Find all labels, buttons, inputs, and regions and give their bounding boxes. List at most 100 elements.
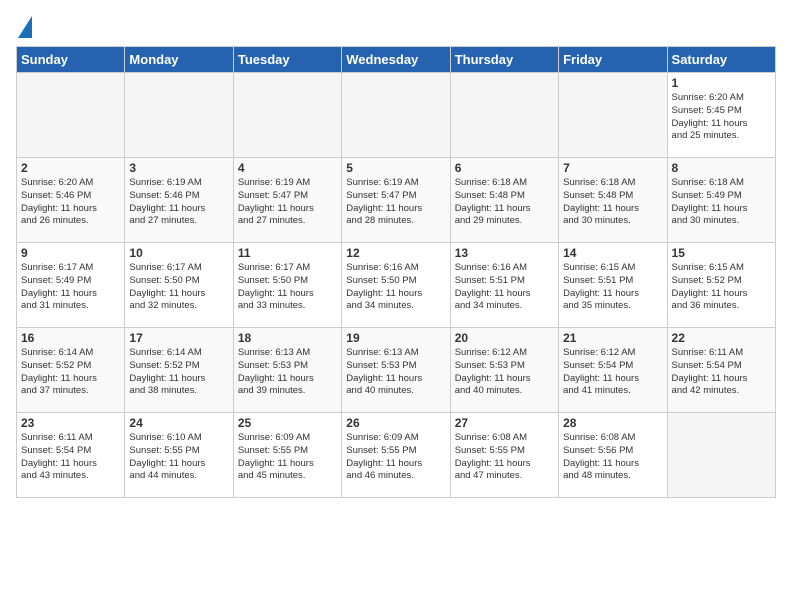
calendar-cell: 28 Sunrise: 6:08 AM Sunset: 5:56 PM Dayli… bbox=[559, 413, 667, 498]
day-info: Sunrise: 6:12 AM Sunset: 5:54 PM Dayligh… bbox=[563, 347, 662, 398]
calendar-week-2: 2 Sunrise: 6:20 AM Sunset: 5:46 PM Daylig… bbox=[17, 158, 776, 243]
calendar-table: SundayMondayTuesdayWednesdayThursdayFrid… bbox=[16, 46, 776, 498]
page-header bbox=[16, 16, 776, 38]
weekday-header-wednesday: Wednesday bbox=[342, 47, 450, 73]
day-number: 15 bbox=[672, 246, 771, 260]
day-info: Sunrise: 6:16 AM Sunset: 5:51 PM Dayligh… bbox=[455, 262, 554, 313]
calendar-week-1: 1 Sunrise: 6:20 AM Sunset: 5:45 PM Daylig… bbox=[17, 73, 776, 158]
day-number: 27 bbox=[455, 416, 554, 430]
weekday-header-monday: Monday bbox=[125, 47, 233, 73]
calendar-cell: 6 Sunrise: 6:18 AM Sunset: 5:48 PM Daylig… bbox=[450, 158, 558, 243]
day-number: 23 bbox=[21, 416, 120, 430]
day-info: Sunrise: 6:15 AM Sunset: 5:51 PM Dayligh… bbox=[563, 262, 662, 313]
calendar-cell: 26 Sunrise: 6:09 AM Sunset: 5:55 PM Dayli… bbox=[342, 413, 450, 498]
day-number: 25 bbox=[238, 416, 337, 430]
calendar-cell: 9 Sunrise: 6:17 AM Sunset: 5:49 PM Daylig… bbox=[17, 243, 125, 328]
weekday-header-thursday: Thursday bbox=[450, 47, 558, 73]
calendar-week-5: 23 Sunrise: 6:11 AM Sunset: 5:54 PM Dayli… bbox=[17, 413, 776, 498]
calendar-cell: 3Sunrise: 6:19 AM Sunset: 5:46 PM Daylig… bbox=[125, 158, 233, 243]
day-number: 8 bbox=[672, 161, 771, 175]
day-info: Sunrise: 6:18 AM Sunset: 5:48 PM Dayligh… bbox=[563, 177, 662, 228]
day-number: 28 bbox=[563, 416, 662, 430]
calendar-cell: 23 Sunrise: 6:11 AM Sunset: 5:54 PM Dayli… bbox=[17, 413, 125, 498]
calendar-cell: 27Sunrise: 6:08 AM Sunset: 5:55 PM Dayli… bbox=[450, 413, 558, 498]
day-number: 7 bbox=[563, 161, 662, 175]
calendar-cell: 19 Sunrise: 6:13 AM Sunset: 5:53 PM Dayli… bbox=[342, 328, 450, 413]
day-number: 5 bbox=[346, 161, 445, 175]
day-number: 22 bbox=[672, 331, 771, 345]
day-info: Sunrise: 6:13 AM Sunset: 5:53 PM Dayligh… bbox=[346, 347, 445, 398]
day-info: Sunrise: 6:20 AM Sunset: 5:45 PM Dayligh… bbox=[672, 92, 771, 143]
day-number: 24 bbox=[129, 416, 228, 430]
day-number: 13 bbox=[455, 246, 554, 260]
logo bbox=[16, 16, 32, 38]
day-info: Sunrise: 6:19 AM Sunset: 5:47 PM Dayligh… bbox=[238, 177, 337, 228]
day-info: Sunrise: 6:17 AM Sunset: 5:50 PM Dayligh… bbox=[238, 262, 337, 313]
calendar-cell bbox=[17, 73, 125, 158]
calendar-cell: 14 Sunrise: 6:15 AM Sunset: 5:51 PM Dayli… bbox=[559, 243, 667, 328]
calendar-cell: 8 Sunrise: 6:18 AM Sunset: 5:49 PM Daylig… bbox=[667, 158, 775, 243]
day-info: Sunrise: 6:20 AM Sunset: 5:46 PM Dayligh… bbox=[21, 177, 120, 228]
calendar-cell: 7 Sunrise: 6:18 AM Sunset: 5:48 PM Daylig… bbox=[559, 158, 667, 243]
day-number: 6 bbox=[455, 161, 554, 175]
calendar-cell: 22 Sunrise: 6:11 AM Sunset: 5:54 PM Dayli… bbox=[667, 328, 775, 413]
calendar-cell: 21Sunrise: 6:12 AM Sunset: 5:54 PM Dayli… bbox=[559, 328, 667, 413]
day-info: Sunrise: 6:16 AM Sunset: 5:50 PM Dayligh… bbox=[346, 262, 445, 313]
day-number: 17 bbox=[129, 331, 228, 345]
day-info: Sunrise: 6:18 AM Sunset: 5:49 PM Dayligh… bbox=[672, 177, 771, 228]
day-info: Sunrise: 6:10 AM Sunset: 5:55 PM Dayligh… bbox=[129, 432, 228, 483]
day-info: Sunrise: 6:19 AM Sunset: 5:46 PM Dayligh… bbox=[129, 177, 228, 228]
weekday-header-tuesday: Tuesday bbox=[233, 47, 341, 73]
day-info: Sunrise: 6:08 AM Sunset: 5:56 PM Dayligh… bbox=[563, 432, 662, 483]
day-info: Sunrise: 6:13 AM Sunset: 5:53 PM Dayligh… bbox=[238, 347, 337, 398]
day-number: 14 bbox=[563, 246, 662, 260]
calendar-cell: 20 Sunrise: 6:12 AM Sunset: 5:53 PM Dayli… bbox=[450, 328, 558, 413]
calendar-cell: 11 Sunrise: 6:17 AM Sunset: 5:50 PM Dayli… bbox=[233, 243, 341, 328]
calendar-cell: 2 Sunrise: 6:20 AM Sunset: 5:46 PM Daylig… bbox=[17, 158, 125, 243]
day-info: Sunrise: 6:09 AM Sunset: 5:55 PM Dayligh… bbox=[346, 432, 445, 483]
day-number: 12 bbox=[346, 246, 445, 260]
weekday-header-sunday: Sunday bbox=[17, 47, 125, 73]
calendar-cell bbox=[125, 73, 233, 158]
calendar-cell: 10Sunrise: 6:17 AM Sunset: 5:50 PM Dayli… bbox=[125, 243, 233, 328]
calendar-cell: 1 Sunrise: 6:20 AM Sunset: 5:45 PM Daylig… bbox=[667, 73, 775, 158]
calendar-cell bbox=[342, 73, 450, 158]
day-number: 11 bbox=[238, 246, 337, 260]
day-number: 20 bbox=[455, 331, 554, 345]
calendar-week-4: 16Sunrise: 6:14 AM Sunset: 5:52 PM Dayli… bbox=[17, 328, 776, 413]
calendar-cell: 17 Sunrise: 6:14 AM Sunset: 5:52 PM Dayli… bbox=[125, 328, 233, 413]
day-number: 18 bbox=[238, 331, 337, 345]
calendar-cell bbox=[667, 413, 775, 498]
day-info: Sunrise: 6:18 AM Sunset: 5:48 PM Dayligh… bbox=[455, 177, 554, 228]
logo-triangle-icon bbox=[18, 16, 32, 38]
day-number: 2 bbox=[21, 161, 120, 175]
calendar-week-3: 9 Sunrise: 6:17 AM Sunset: 5:49 PM Daylig… bbox=[17, 243, 776, 328]
calendar-cell: 18 Sunrise: 6:13 AM Sunset: 5:53 PM Dayli… bbox=[233, 328, 341, 413]
day-info: Sunrise: 6:14 AM Sunset: 5:52 PM Dayligh… bbox=[129, 347, 228, 398]
day-info: Sunrise: 6:19 AM Sunset: 5:47 PM Dayligh… bbox=[346, 177, 445, 228]
day-number: 1 bbox=[672, 76, 771, 90]
calendar-cell: 12 Sunrise: 6:16 AM Sunset: 5:50 PM Dayli… bbox=[342, 243, 450, 328]
day-info: Sunrise: 6:12 AM Sunset: 5:53 PM Dayligh… bbox=[455, 347, 554, 398]
calendar-header: SundayMondayTuesdayWednesdayThursdayFrid… bbox=[17, 47, 776, 73]
weekday-header-friday: Friday bbox=[559, 47, 667, 73]
calendar-cell: 15Sunrise: 6:15 AM Sunset: 5:52 PM Dayli… bbox=[667, 243, 775, 328]
calendar-cell: 16Sunrise: 6:14 AM Sunset: 5:52 PM Dayli… bbox=[17, 328, 125, 413]
calendar-cell bbox=[450, 73, 558, 158]
day-number: 19 bbox=[346, 331, 445, 345]
day-number: 26 bbox=[346, 416, 445, 430]
day-info: Sunrise: 6:11 AM Sunset: 5:54 PM Dayligh… bbox=[672, 347, 771, 398]
calendar-cell: 4 Sunrise: 6:19 AM Sunset: 5:47 PM Daylig… bbox=[233, 158, 341, 243]
calendar-cell: 5 Sunrise: 6:19 AM Sunset: 5:47 PM Daylig… bbox=[342, 158, 450, 243]
calendar-cell: 13 Sunrise: 6:16 AM Sunset: 5:51 PM Dayli… bbox=[450, 243, 558, 328]
day-info: Sunrise: 6:17 AM Sunset: 5:50 PM Dayligh… bbox=[129, 262, 228, 313]
calendar-cell: 25 Sunrise: 6:09 AM Sunset: 5:55 PM Dayli… bbox=[233, 413, 341, 498]
day-info: Sunrise: 6:09 AM Sunset: 5:55 PM Dayligh… bbox=[238, 432, 337, 483]
weekday-header-saturday: Saturday bbox=[667, 47, 775, 73]
day-number: 9 bbox=[21, 246, 120, 260]
day-number: 4 bbox=[238, 161, 337, 175]
calendar-cell bbox=[233, 73, 341, 158]
day-info: Sunrise: 6:14 AM Sunset: 5:52 PM Dayligh… bbox=[21, 347, 120, 398]
day-info: Sunrise: 6:11 AM Sunset: 5:54 PM Dayligh… bbox=[21, 432, 120, 483]
day-info: Sunrise: 6:17 AM Sunset: 5:49 PM Dayligh… bbox=[21, 262, 120, 313]
